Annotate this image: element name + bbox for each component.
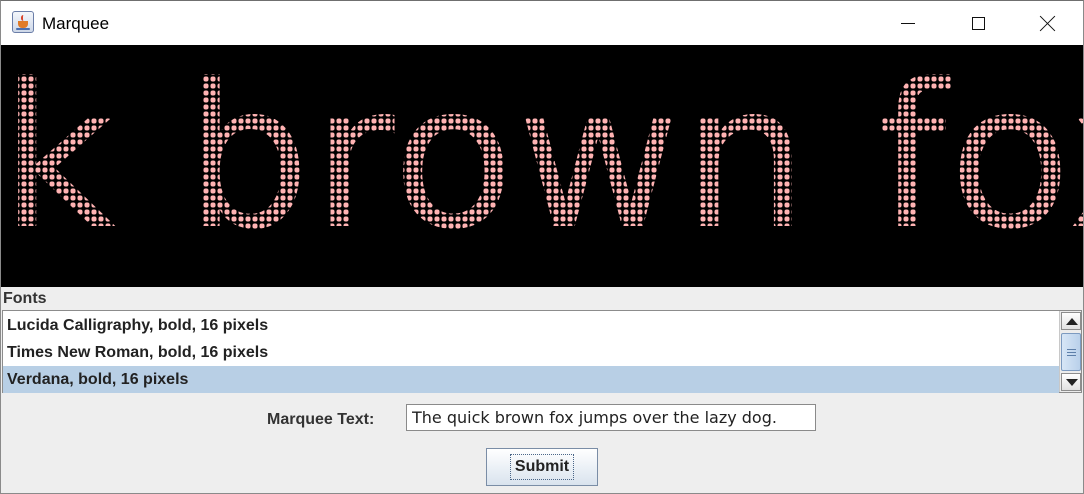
arrow-up-icon (1066, 318, 1078, 325)
submit-button[interactable]: Submit (486, 448, 598, 486)
submit-label: Submit (510, 454, 574, 480)
java-cup-icon (12, 11, 34, 33)
app-window: Marquee k brown fox ju Fonts Lucida Call… (0, 0, 1084, 494)
scroll-up-button[interactable] (1061, 312, 1081, 330)
fonts-list[interactable]: Lucida Calligraphy, bold, 16 pixels Time… (2, 310, 1082, 393)
marquee-display: k brown fox ju (1, 45, 1083, 287)
fonts-scrollbar[interactable] (1059, 311, 1081, 392)
marquee-text-label: Marquee Text: (267, 411, 375, 428)
marquee-text-input[interactable] (406, 404, 816, 431)
scroll-thumb[interactable] (1061, 333, 1081, 371)
maximize-button[interactable] (943, 1, 1013, 45)
list-item[interactable]: Times New Roman, bold, 16 pixels (3, 339, 1059, 366)
window-title: Marquee (42, 14, 110, 33)
maximize-icon (971, 16, 985, 30)
close-button[interactable] (1013, 1, 1083, 45)
scroll-down-button[interactable] (1061, 373, 1081, 391)
list-item-selected[interactable]: Verdana, bold, 16 pixels (3, 366, 1059, 393)
arrow-down-icon (1066, 379, 1078, 386)
title-bar[interactable]: Marquee (1, 1, 1083, 45)
minimize-icon (901, 22, 915, 24)
minimize-button[interactable] (873, 1, 943, 45)
marquee-text: k brown fox ju (1, 45, 1083, 274)
fonts-label: Fonts (3, 290, 47, 307)
list-item[interactable]: Lucida Calligraphy, bold, 16 pixels (3, 312, 1059, 339)
close-icon (1040, 15, 1056, 31)
